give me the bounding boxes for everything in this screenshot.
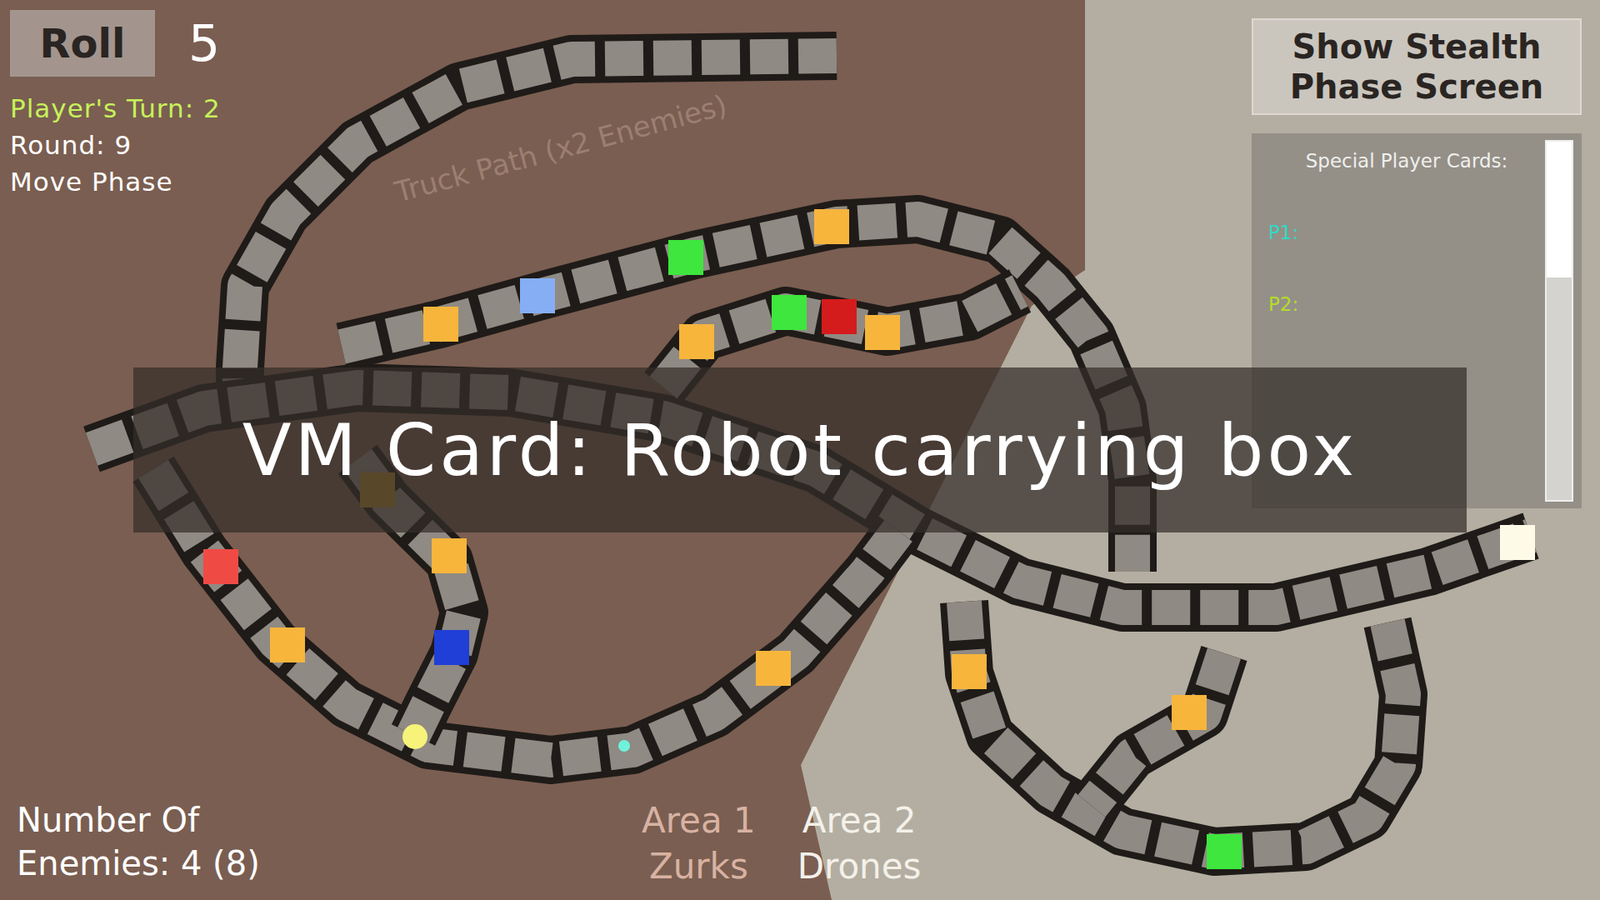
special-tile[interactable] xyxy=(668,240,704,275)
special-tile[interactable] xyxy=(431,538,467,574)
phase: Move Phase xyxy=(10,166,221,197)
special-tile[interactable] xyxy=(679,324,715,360)
special-tile[interactable] xyxy=(821,299,857,335)
scrollbar[interactable] xyxy=(1545,140,1574,502)
special-tile[interactable] xyxy=(755,650,791,686)
banner-text: VM Card: Robot carrying box xyxy=(242,408,1359,492)
player-cards-label: P2: xyxy=(1268,293,1545,315)
special-tile[interactable] xyxy=(520,278,555,314)
special-tile[interactable] xyxy=(814,209,850,245)
enemy-count: Number Of Enemies: 4 (8) xyxy=(16,798,292,885)
special-tile[interactable] xyxy=(270,627,305,663)
board-path xyxy=(1091,653,1225,806)
special-tile[interactable] xyxy=(1206,834,1242,870)
area-labels: Area 1Zurks Area 2Drones xyxy=(641,798,921,890)
player-token[interactable] xyxy=(402,724,428,750)
special-tile[interactable] xyxy=(771,295,807,330)
special-tile[interactable] xyxy=(951,654,987,690)
roll-row: Roll 5 xyxy=(10,10,221,77)
area-2-ground xyxy=(0,0,1600,900)
cards-title: Special Player Cards: xyxy=(1268,140,1545,172)
special-tile[interactable] xyxy=(423,306,459,342)
scrollbar-thumb[interactable] xyxy=(1546,141,1572,278)
special-tile[interactable] xyxy=(434,630,470,665)
roll-button[interactable]: Roll xyxy=(10,10,155,77)
hud: Roll 5 Player's Turn: 2 Round: 9 Move Phase xyxy=(10,10,221,197)
roll-value: 5 xyxy=(188,14,220,73)
special-tile[interactable] xyxy=(1171,695,1207,730)
special-tile[interactable] xyxy=(203,549,239,585)
special-tile[interactable] xyxy=(865,315,900,350)
round: Round: 9 xyxy=(10,130,221,160)
player-turn: Player's Turn: 2 xyxy=(10,93,221,124)
board-path xyxy=(964,601,1404,852)
player-cards-label: P1: xyxy=(1268,221,1545,244)
special-tile[interactable] xyxy=(1500,525,1535,560)
player-token[interactable] xyxy=(618,740,630,752)
card-banner: VM Card: Robot carrying box xyxy=(133,367,1467,533)
stealth-phase-button[interactable]: Show Stealth Phase Screen xyxy=(1251,18,1582,115)
area-label: Area 2Drones xyxy=(797,798,922,890)
area-label: Area 1Zurks xyxy=(641,798,756,890)
game-screen: Truck Path (x2 Enemies)Roll5Player's Tur… xyxy=(0,0,1600,900)
